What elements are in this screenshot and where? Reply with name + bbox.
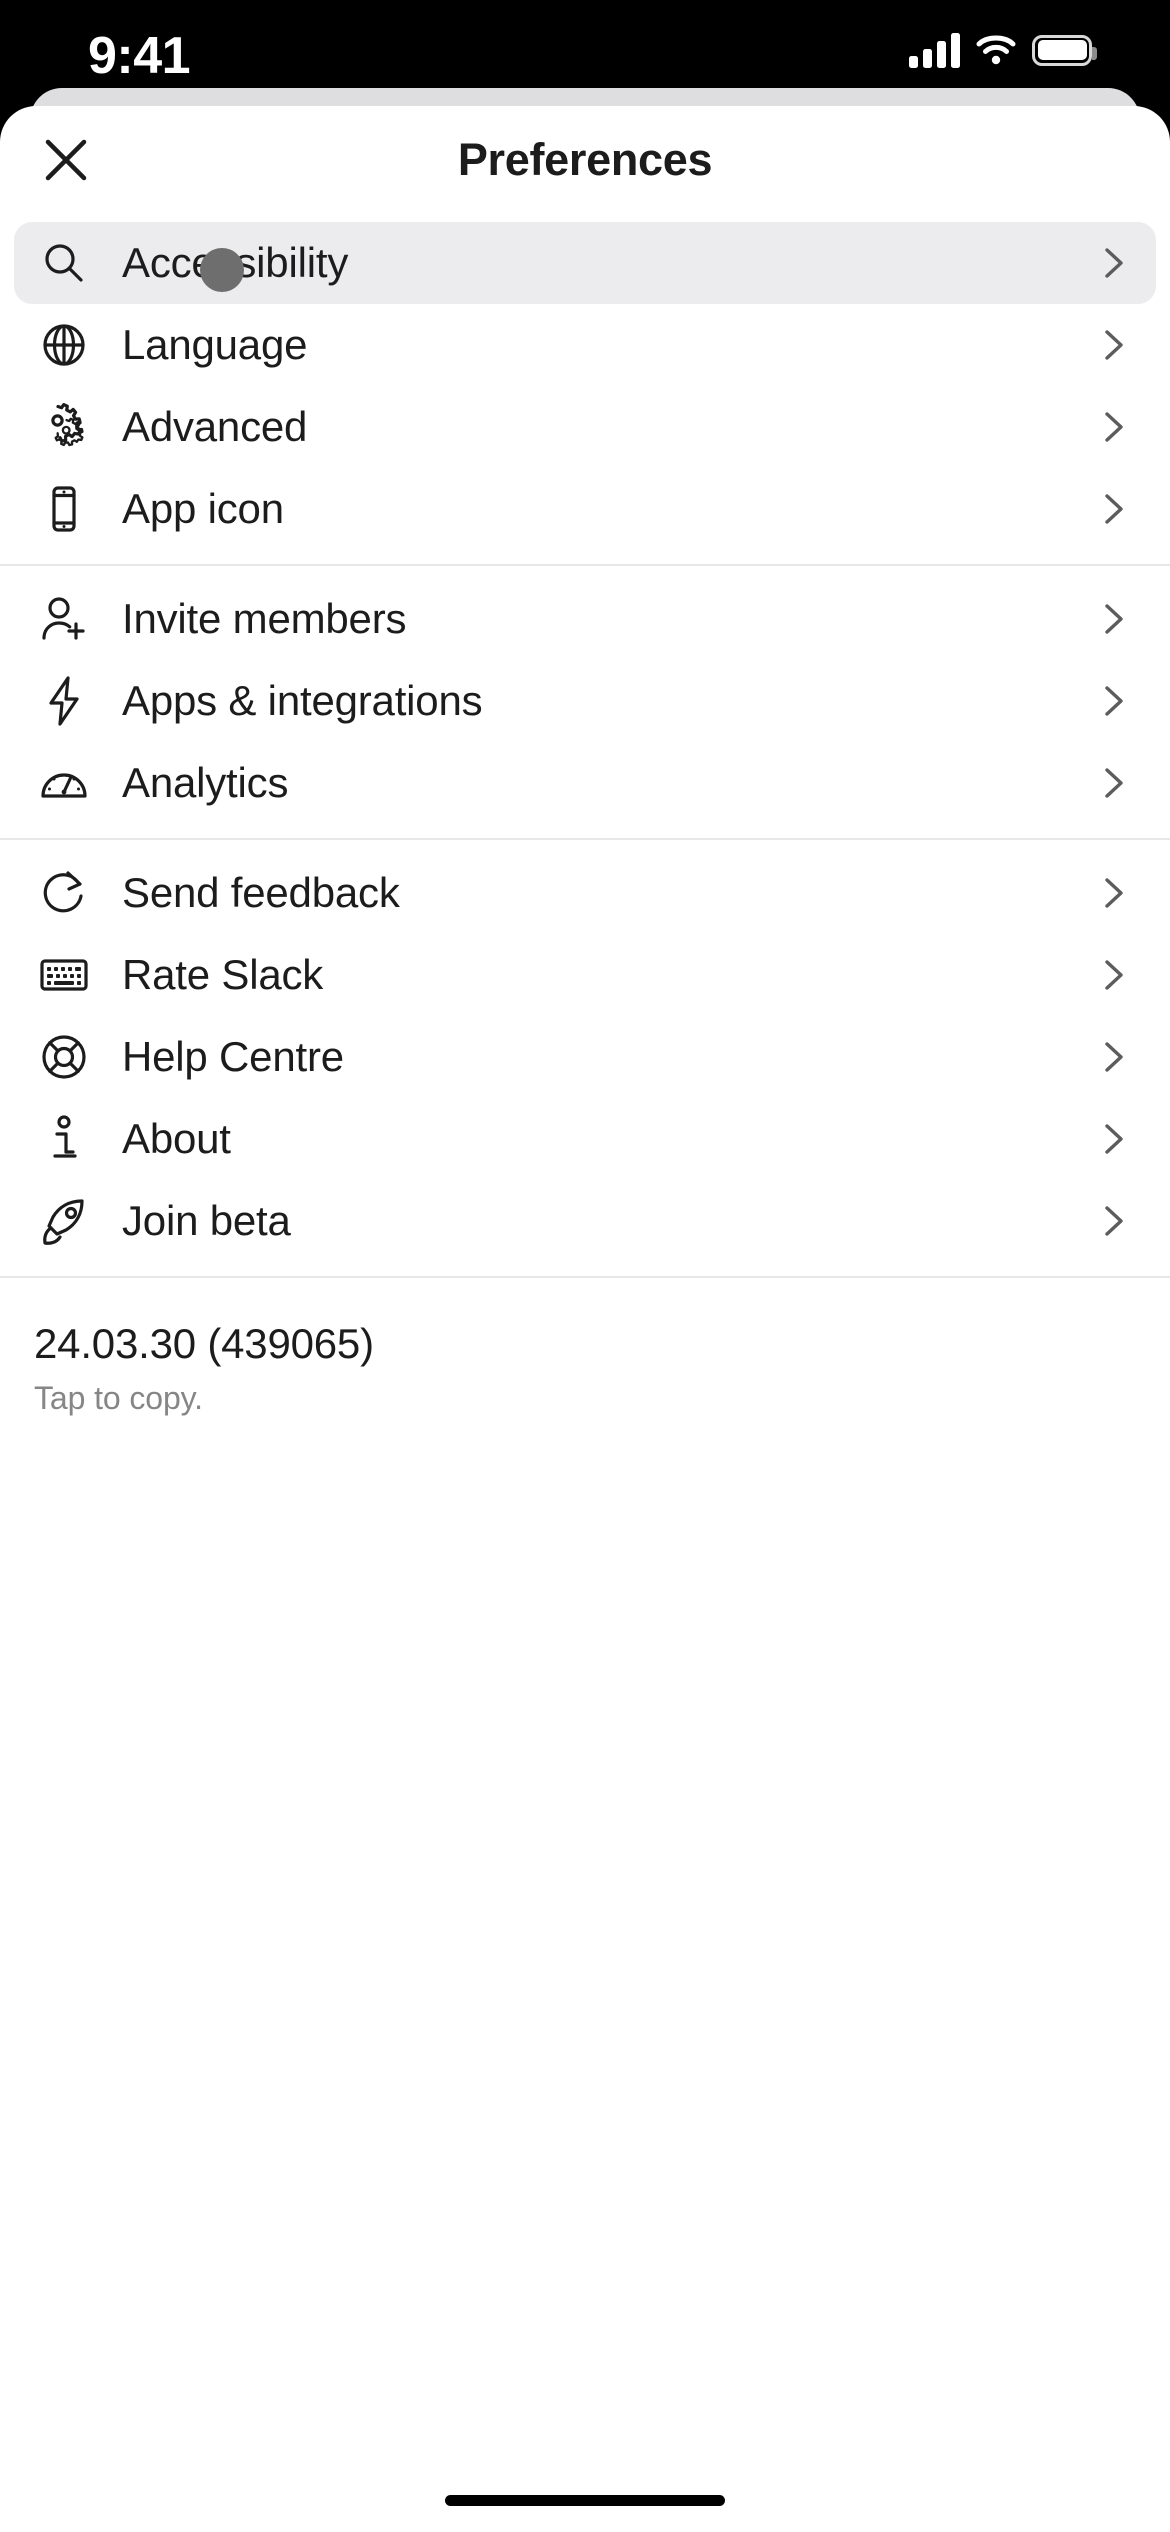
row-label: Send feedback (122, 869, 400, 916)
preferences-group-app-settings: Accessibility Language Advanced App icon (0, 210, 1170, 564)
version-footer[interactable]: 24.03.30 (439065) Tap to copy. (0, 1276, 1170, 1417)
preferences-row-accessibility[interactable]: Accessibility (14, 222, 1156, 304)
chevron-right-icon (1092, 1118, 1134, 1160)
lifebuoy-icon (34, 1027, 94, 1087)
row-label: Advanced (122, 403, 308, 450)
chevron-right-icon (1092, 954, 1134, 996)
rocket-icon (34, 1191, 94, 1251)
search-icon (34, 233, 94, 293)
chevron-right-icon (1092, 1200, 1134, 1242)
chevron-right-icon (1092, 406, 1134, 448)
preferences-sheet: Preferences Accessibility Language Advanc… (0, 106, 1170, 2532)
keyboard-icon (34, 945, 94, 1005)
preferences-row-rate-slack[interactable]: Rate Slack (14, 934, 1156, 1016)
speedometer-icon (34, 753, 94, 813)
chevron-right-icon (1092, 872, 1134, 914)
globe-icon (34, 315, 94, 375)
app-version: 24.03.30 (439065) (34, 1320, 374, 1367)
sheet-header: Preferences (0, 106, 1170, 210)
preferences-group-help: Send feedback Rate Slack Help Centre About… (0, 838, 1170, 1276)
preferences-row-about[interactable]: About (14, 1098, 1156, 1180)
chevron-right-icon (1092, 488, 1134, 530)
chevron-right-icon (1092, 680, 1134, 722)
row-label: Analytics (122, 759, 289, 806)
row-label: Join beta (122, 1197, 291, 1244)
close-button[interactable] (36, 130, 96, 190)
preferences-row-apps-integrations[interactable]: Apps & integrations (14, 660, 1156, 742)
close-icon (38, 132, 94, 188)
preferences-row-analytics[interactable]: Analytics (14, 742, 1156, 824)
chevron-right-icon (1092, 762, 1134, 804)
mobile-phone-icon (34, 479, 94, 539)
phone-screen: 9:41 Preferences Accessibility Language … (0, 0, 1170, 2532)
preferences-row-invite-members[interactable]: Invite members (14, 578, 1156, 660)
chevron-right-icon (1092, 242, 1134, 284)
wifi-icon (976, 34, 1016, 66)
lightning-bolt-icon (34, 671, 94, 731)
chevron-right-icon (1092, 598, 1134, 640)
row-label: Rate Slack (122, 951, 324, 998)
page-title: Preferences (457, 134, 713, 185)
row-label: Accessibility (122, 239, 349, 286)
preferences-row-app-icon[interactable]: App icon (14, 468, 1156, 550)
battery-icon (1032, 34, 1097, 66)
home-indicator[interactable] (445, 2495, 725, 2506)
person-plus-icon (34, 589, 94, 649)
preferences-row-help-centre[interactable]: Help Centre (14, 1016, 1156, 1098)
status-bar-indicators (909, 32, 1097, 68)
chevron-right-icon (1092, 324, 1134, 366)
row-label: Invite members (122, 595, 407, 642)
gears-icon (34, 397, 94, 457)
row-label: App icon (122, 485, 284, 532)
row-label: About (122, 1115, 231, 1162)
copy-hint: Tap to copy. (34, 1380, 203, 1416)
preferences-row-join-beta[interactable]: Join beta (14, 1180, 1156, 1262)
preferences-group-workspace: Invite members Apps & integrations Analyt… (0, 564, 1170, 838)
cellular-signal-icon (909, 32, 960, 68)
row-label: Help Centre (122, 1033, 344, 1080)
refresh-arrow-icon (34, 863, 94, 923)
preferences-row-send-feedback[interactable]: Send feedback (14, 852, 1156, 934)
preferences-row-language[interactable]: Language (14, 304, 1156, 386)
status-bar-time: 9:41 (88, 27, 191, 85)
chevron-right-icon (1092, 1036, 1134, 1078)
row-label: Apps & integrations (122, 677, 483, 724)
row-label: Language (122, 321, 308, 368)
info-person-icon (34, 1109, 94, 1169)
preferences-row-advanced[interactable]: Advanced (14, 386, 1156, 468)
preferences-list: Accessibility Language Advanced App icon In… (0, 210, 1170, 1276)
